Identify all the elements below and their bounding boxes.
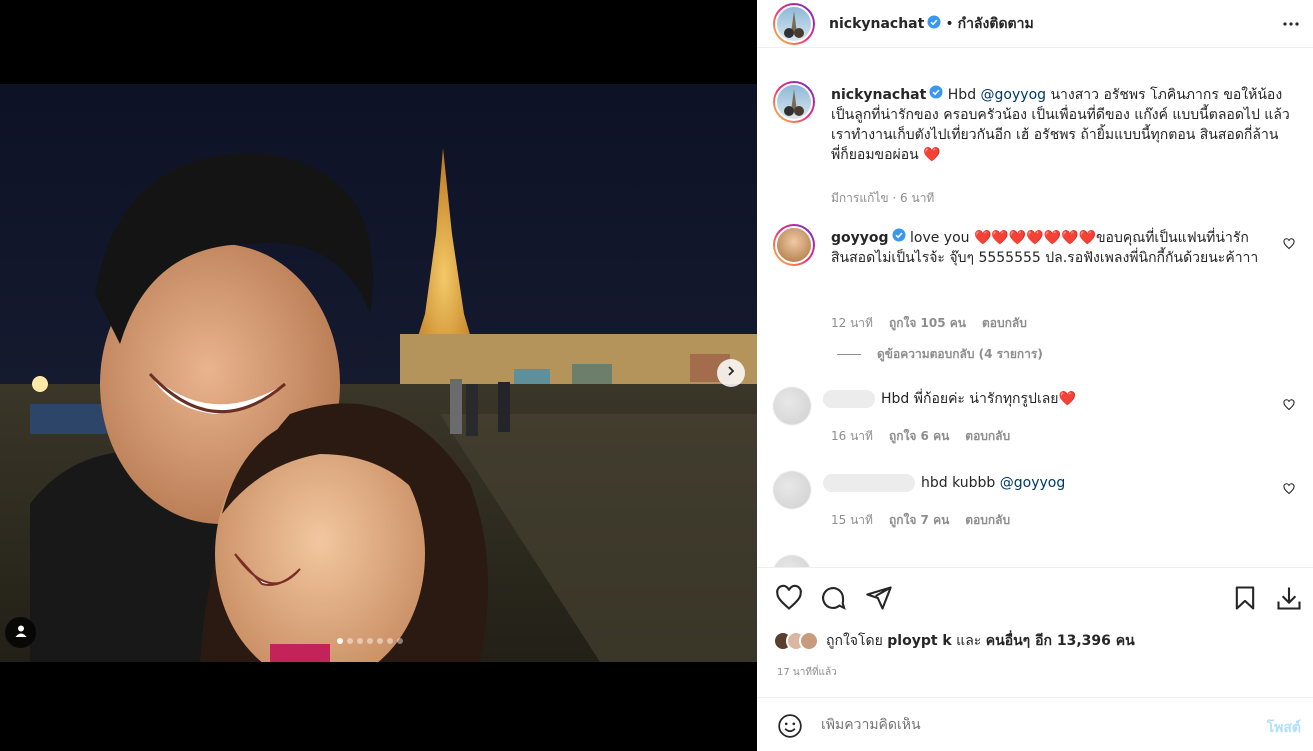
heart-icon bbox=[1283, 238, 1295, 254]
caption-username[interactable]: nickynachat bbox=[831, 87, 926, 103]
caption-mention[interactable]: @goyyog bbox=[981, 87, 1046, 103]
carousel-dot bbox=[347, 638, 353, 644]
caption-avatar[interactable] bbox=[773, 81, 815, 123]
post-header: nickynachat • กำลังติดตาม bbox=[757, 0, 1313, 47]
more-options-icon bbox=[1281, 22, 1301, 38]
commenter-username[interactable]: goyyog bbox=[831, 230, 889, 246]
following-button[interactable]: กำลังติดตาม bbox=[958, 13, 1034, 35]
view-replies-line bbox=[837, 354, 861, 355]
comment-item: Hbd พี่ก้อยค่ะ น่ารักทุกรูปเลย❤️ 16 นาที… bbox=[773, 387, 1303, 457]
carousel-dot bbox=[367, 638, 373, 644]
view-replies-label: ดูข้อความตอบกลับ (4 รายการ) bbox=[877, 347, 1043, 361]
commenter-avatar[interactable] bbox=[773, 387, 811, 425]
comment-likes[interactable]: ถูกใจ 6 คน bbox=[889, 427, 949, 446]
likes-summary: ถูกใจโดย ploypt k และ คนอื่นๆ อีก 13,396… bbox=[773, 630, 1135, 652]
selfie-photo-illustration bbox=[0, 84, 757, 662]
like-button[interactable] bbox=[775, 584, 803, 616]
carousel-indicator bbox=[337, 638, 403, 644]
comment-item-partial bbox=[773, 555, 1303, 567]
comment-time[interactable]: 15 นาที bbox=[831, 511, 873, 530]
like-comment-button[interactable] bbox=[1283, 238, 1295, 254]
verified-badge-icon bbox=[929, 85, 943, 105]
header-separator: • bbox=[945, 15, 954, 32]
author-username[interactable]: nickynachat bbox=[829, 16, 924, 32]
comments-divider bbox=[757, 567, 1313, 568]
comment-item: goyyog love you ❤️❤️❤️❤️❤️❤️❤️ขอบคุณที่เ… bbox=[773, 224, 1303, 354]
like-comment-button[interactable] bbox=[1283, 483, 1295, 499]
like-comment-button[interactable] bbox=[1283, 399, 1295, 415]
post-comment-button[interactable]: โพสต์ bbox=[1267, 717, 1301, 739]
header-divider bbox=[757, 47, 1313, 48]
liker-username[interactable]: ploypt k bbox=[887, 633, 951, 649]
carousel-dot bbox=[397, 638, 403, 644]
more-options-button[interactable] bbox=[1281, 14, 1301, 38]
heart-icon bbox=[775, 584, 803, 616]
comment-item: hbd kubbb @goyyog 15 นาที ถูกใจ 7 คน ตอบ… bbox=[773, 471, 1303, 541]
likes-middle: และ bbox=[951, 633, 986, 649]
footer-divider bbox=[757, 697, 1313, 698]
post-media bbox=[0, 0, 757, 751]
share-icon bbox=[865, 586, 893, 616]
commenter-avatar[interactable] bbox=[773, 471, 811, 509]
share-button[interactable] bbox=[865, 584, 893, 616]
carousel-dot bbox=[377, 638, 383, 644]
verified-badge-icon bbox=[927, 15, 941, 33]
user-tag-icon bbox=[14, 624, 28, 642]
comment-meta: 12 นาที ถูกใจ 105 คน ตอบกลับ bbox=[831, 314, 1027, 333]
likes-others-link[interactable]: คนอื่นๆ อีก 13,396 คน bbox=[986, 633, 1135, 649]
save-button[interactable] bbox=[1231, 584, 1259, 616]
heart-icon bbox=[1283, 399, 1295, 415]
likes-prefix: ถูกใจโดย bbox=[826, 633, 888, 649]
next-photo-button[interactable] bbox=[717, 359, 745, 387]
action-bar bbox=[757, 580, 1313, 616]
comment-likes[interactable]: ถูกใจ 7 คน bbox=[889, 511, 949, 530]
download-icon bbox=[1275, 587, 1303, 616]
post-time[interactable]: 17 นาทีที่แล้ว bbox=[777, 665, 837, 680]
comment-text: Hbd พี่ก้อยค่ะ น่ารักทุกรูปเลย❤️ bbox=[881, 391, 1076, 407]
post-side-panel: nickynachat • กำลังติดตาม nickynachat Hb bbox=[757, 0, 1313, 751]
emoji-button[interactable] bbox=[777, 713, 803, 743]
post-photo bbox=[0, 84, 757, 662]
carousel-dot bbox=[337, 638, 343, 644]
carousel-dot bbox=[387, 638, 393, 644]
comment-likes[interactable]: ถูกใจ 105 คน bbox=[889, 314, 966, 333]
comment-time[interactable]: 12 นาที bbox=[831, 314, 873, 333]
commenter-username-blurred[interactable] bbox=[823, 390, 875, 408]
verified-badge-icon bbox=[892, 228, 906, 248]
comment-meta: 16 นาที ถูกใจ 6 คน ตอบกลับ bbox=[831, 427, 1010, 446]
commenter-avatar[interactable] bbox=[773, 555, 811, 567]
likes-text: ถูกใจโดย ploypt k และ คนอื่นๆ อีก 13,396… bbox=[826, 630, 1135, 652]
caption: nickynachat Hbd @goyyog นางสาว อรัชพร โภ… bbox=[773, 81, 1303, 205]
tagged-users-button[interactable] bbox=[5, 617, 36, 648]
emoji-icon bbox=[777, 714, 803, 743]
comment-input[interactable] bbox=[821, 717, 1221, 733]
comment-text: hbd kubbb bbox=[921, 475, 1000, 491]
add-comment-bar: โพสต์ bbox=[757, 702, 1313, 751]
commenter-username-blurred[interactable] bbox=[823, 474, 915, 492]
reply-button[interactable]: ตอบกลับ bbox=[965, 511, 1010, 530]
comment-mention[interactable]: @goyyog bbox=[1000, 475, 1065, 491]
bookmark-icon bbox=[1231, 586, 1259, 616]
author-avatar[interactable] bbox=[773, 2, 815, 45]
caption-text: Hbd bbox=[947, 87, 981, 103]
chevron-right-icon bbox=[725, 365, 737, 381]
caption-edited-time: มีการแก้ไข · 6 นาที bbox=[831, 191, 935, 205]
carousel-dot bbox=[357, 638, 363, 644]
comment-meta: 15 นาที ถูกใจ 7 คน ตอบกลับ bbox=[831, 511, 1010, 530]
heart-icon bbox=[1283, 483, 1295, 499]
download-button[interactable] bbox=[1275, 584, 1303, 616]
commenter-avatar[interactable] bbox=[773, 224, 815, 266]
view-replies-button[interactable]: ดูข้อความตอบกลับ (4 รายการ) bbox=[837, 345, 1043, 364]
reply-button[interactable]: ตอบกลับ bbox=[982, 314, 1027, 333]
comment-time[interactable]: 16 นาที bbox=[831, 427, 873, 446]
comment-button[interactable] bbox=[819, 584, 847, 616]
comments-list[interactable]: nickynachat Hbd @goyyog นางสาว อรัชพร โภ… bbox=[757, 75, 1313, 567]
comment-icon bbox=[819, 587, 847, 616]
liker-avatar bbox=[799, 631, 819, 651]
caption-meta: มีการแก้ไข · 6 นาที bbox=[831, 189, 934, 208]
reply-button[interactable]: ตอบกลับ bbox=[965, 427, 1010, 446]
